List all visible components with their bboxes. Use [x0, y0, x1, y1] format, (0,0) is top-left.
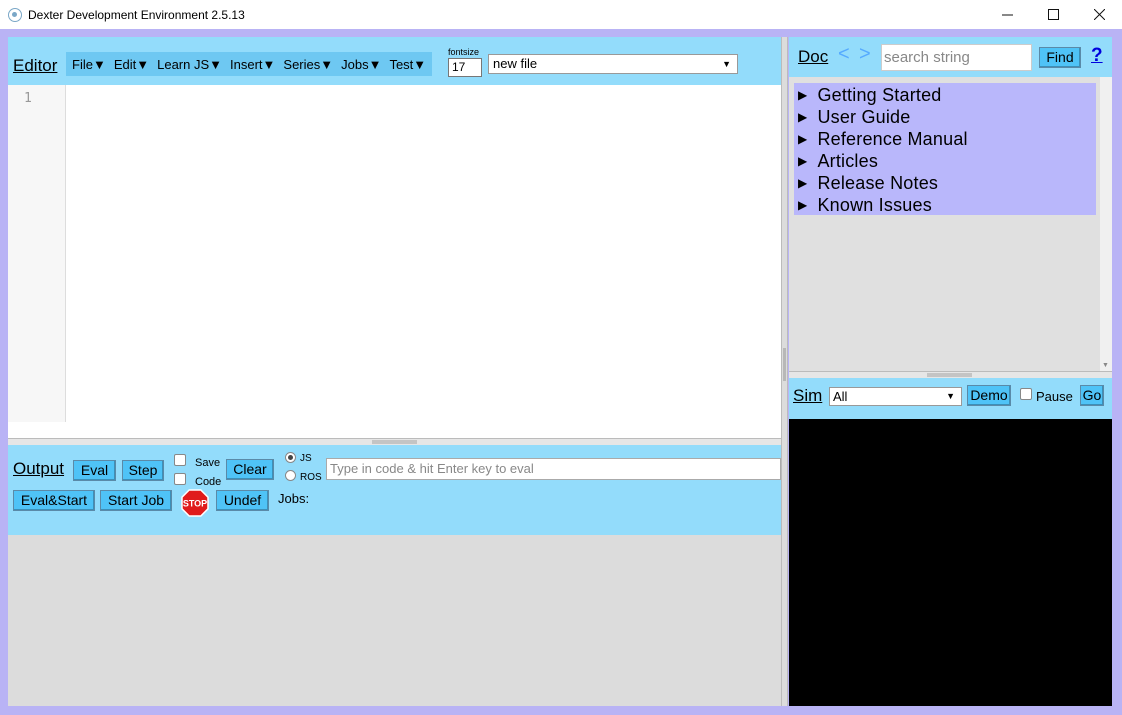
sim-view-select[interactable]: All ▼ — [829, 387, 962, 406]
editor-title-link[interactable]: Editor — [13, 56, 57, 76]
expand-triangle-icon: ▶ — [798, 198, 808, 212]
doc-item-label: Known Issues — [817, 194, 932, 215]
pause-label: Pause — [1036, 389, 1073, 404]
doc-item-user-guide[interactable]: ▶ User Guide — [794, 106, 1096, 128]
go-button[interactable]: Go — [1080, 385, 1104, 406]
doc-sim-splitter[interactable] — [789, 371, 1112, 378]
sim-canvas[interactable] — [789, 419, 1112, 706]
scroll-down-icon[interactable]: ▼ — [1102, 362, 1109, 369]
app-icon — [8, 7, 22, 22]
doc-item-label: Release Notes — [817, 172, 939, 193]
save-label: Save — [195, 457, 221, 469]
doc-item-release-notes[interactable]: ▶ Release Notes — [794, 172, 1096, 194]
menu-file[interactable]: File▼ — [68, 57, 110, 72]
menu-test[interactable]: Test▼ — [385, 57, 430, 72]
chevron-down-icon: ▼ — [946, 391, 955, 401]
help-link[interactable]: ? — [1091, 45, 1103, 67]
editor-header: Editor File▼ Edit▼ Learn JS▼ Insert▼ Ser… — [8, 37, 781, 85]
file-select[interactable]: new file ▼ — [488, 54, 738, 74]
editor-menu-bar: File▼ Edit▼ Learn JS▼ Insert▼ Series▼ Jo… — [66, 52, 433, 76]
doc-scrollbar[interactable]: ▼ — [1100, 77, 1112, 371]
output-title-link[interactable]: Output — [13, 459, 64, 479]
doc-item-reference-manual[interactable]: ▶ Reference Manual — [794, 128, 1096, 150]
sim-title-link[interactable]: Sim — [793, 386, 822, 406]
menu-series[interactable]: Series▼ — [279, 57, 337, 72]
sim-select-value: All — [833, 389, 848, 404]
eval-input[interactable]: Type in code & hit Enter key to eval — [326, 458, 781, 480]
doc-item-articles[interactable]: ▶ Articles — [794, 150, 1096, 172]
eval-button[interactable]: Eval — [73, 460, 116, 481]
expand-triangle-icon: ▶ — [798, 88, 808, 102]
radio-js-label: JS — [300, 453, 312, 464]
forward-arrow-icon[interactable]: > — [859, 43, 871, 66]
code-checkbox[interactable] — [174, 473, 186, 485]
window-titlebar: Dexter Development Environment 2.5.13 — [0, 0, 1122, 29]
sim-header: Sim All ▼ Demo Pause Go — [789, 378, 1112, 419]
line-number: 1 — [24, 91, 32, 106]
minimize-icon — [1001, 14, 1013, 16]
doc-header: Doc < > search string Find ? — [789, 37, 1112, 77]
maximize-button[interactable] — [1030, 0, 1076, 29]
jobs-label: Jobs: — [278, 491, 310, 506]
editor-output-splitter[interactable] — [8, 438, 781, 445]
find-button[interactable]: Find — [1039, 47, 1081, 68]
eval-start-button[interactable]: Eval&Start — [13, 490, 95, 511]
menu-insert[interactable]: Insert▼ — [226, 57, 279, 72]
doc-item-label: Getting Started — [817, 84, 942, 105]
stop-label: STOP — [183, 499, 207, 509]
doc-item-label: Articles — [817, 150, 879, 171]
code-editor[interactable] — [66, 85, 781, 438]
output-header: Output Eval Step Save Code Clear JS ROS … — [8, 445, 781, 535]
close-icon — [1093, 9, 1105, 20]
line-number-gutter: 1 — [8, 85, 66, 422]
stop-icon[interactable]: STOP — [181, 489, 209, 517]
doc-tree: ▶ Getting Started ▶ User Guide ▶ Reference … — [794, 83, 1096, 215]
vertical-splitter[interactable] — [781, 37, 788, 706]
window-controls — [984, 0, 1122, 29]
splitter-grip[interactable] — [927, 373, 972, 377]
editor-pane: Editor File▼ Edit▼ Learn JS▼ Insert▼ Ser… — [8, 37, 781, 438]
menu-edit[interactable]: Edit▼ — [110, 57, 153, 72]
radio-js[interactable] — [285, 452, 296, 463]
splitter-grip[interactable] — [372, 440, 417, 444]
doc-title-link[interactable]: Doc — [798, 47, 828, 67]
fontsize-label: fontsize — [448, 47, 480, 57]
pause-checkbox[interactable] — [1020, 388, 1032, 400]
file-select-value: new file — [493, 56, 538, 71]
radio-ros[interactable] — [285, 470, 296, 481]
output-area — [8, 535, 781, 706]
save-checkbox[interactable] — [174, 454, 186, 466]
expand-triangle-icon: ▶ — [798, 132, 808, 146]
expand-triangle-icon: ▶ — [798, 176, 808, 190]
demo-button[interactable]: Demo — [967, 385, 1011, 406]
maximize-icon — [1047, 9, 1059, 20]
chevron-down-icon: ▼ — [722, 59, 731, 69]
minimize-button[interactable] — [984, 0, 1030, 29]
doc-panel: ▶ Getting Started ▶ User Guide ▶ Reference … — [789, 77, 1112, 371]
fontsize-input[interactable]: 17 — [448, 58, 482, 77]
code-label: Code — [195, 476, 222, 488]
expand-triangle-icon: ▶ — [798, 110, 808, 124]
radio-ros-label: ROS — [300, 472, 322, 483]
doc-item-label: User Guide — [817, 106, 911, 127]
menu-jobs[interactable]: Jobs▼ — [337, 57, 385, 72]
doc-item-known-issues[interactable]: ▶ Known Issues — [794, 194, 1096, 216]
splitter-grip[interactable] — [783, 348, 786, 381]
menu-learn-js[interactable]: Learn JS▼ — [153, 57, 226, 72]
doc-item-label: Reference Manual — [817, 128, 968, 149]
doc-search-input[interactable]: search string — [881, 44, 1032, 71]
expand-triangle-icon: ▶ — [798, 154, 808, 168]
doc-item-getting-started[interactable]: ▶ Getting Started — [794, 84, 1096, 106]
window-title: Dexter Development Environment 2.5.13 — [28, 7, 245, 22]
back-arrow-icon[interactable]: < — [838, 43, 850, 66]
close-window-button[interactable] — [1076, 0, 1122, 29]
clear-button[interactable]: Clear — [226, 459, 274, 480]
undef-button[interactable]: Undef — [216, 490, 269, 511]
start-job-button[interactable]: Start Job — [100, 490, 172, 511]
step-button[interactable]: Step — [122, 460, 164, 481]
